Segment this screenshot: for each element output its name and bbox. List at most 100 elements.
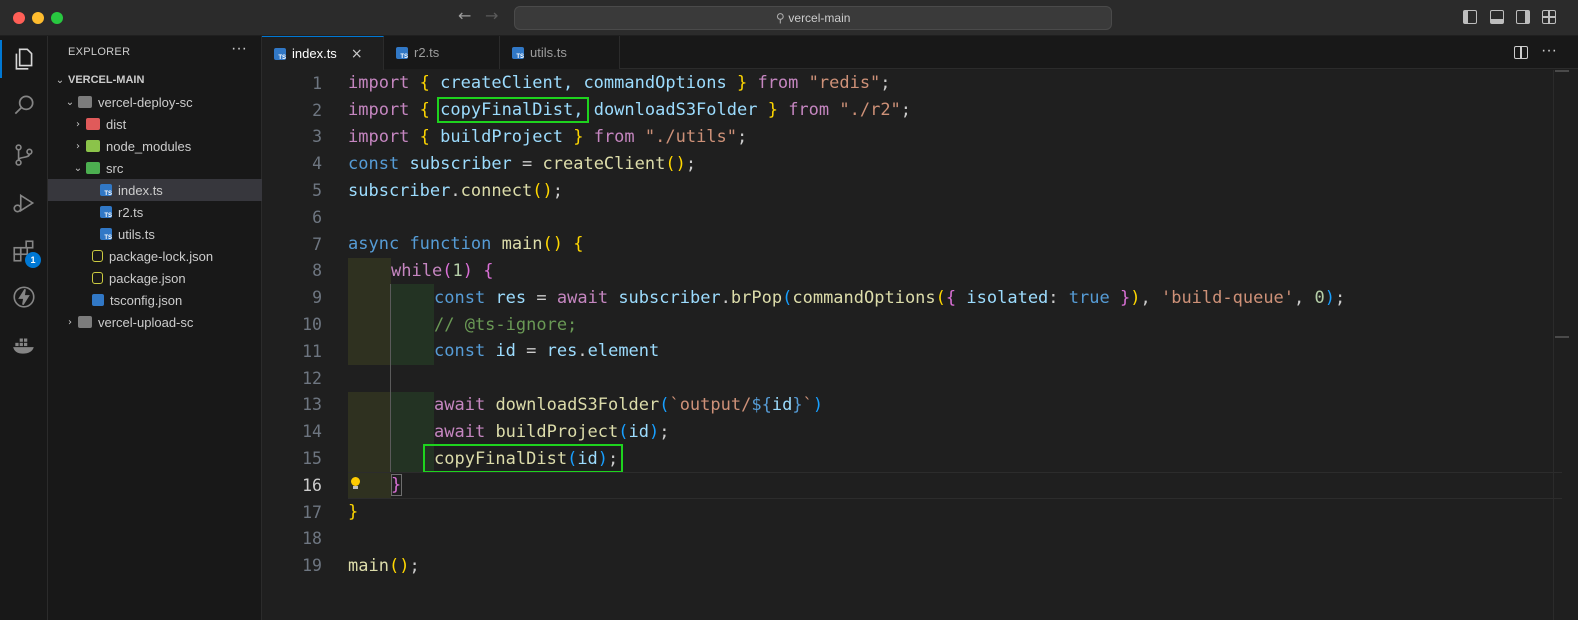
code-line: 4 const subscriber = createClient(); <box>262 150 1562 177</box>
code-line: 18 <box>262 526 1562 553</box>
sidebar-title: EXPLORER <box>68 46 131 58</box>
code-text: main(); <box>348 555 420 576</box>
tree-item-folder[interactable]: ⌄ src <box>48 157 262 179</box>
explorer-sidebar: EXPLORER ··· ⌄ VERCEL-MAIN ⌄ vercel-depl… <box>48 36 262 620</box>
search-icon[interactable] <box>0 82 48 128</box>
code-line-current: 16 } <box>262 471 1562 499</box>
toggle-secondary-sidebar-icon[interactable] <box>1516 10 1530 24</box>
tab-index-ts[interactable]: index.ts × <box>262 36 384 70</box>
line-number: 17 <box>302 502 322 522</box>
line-number: 13 <box>302 395 322 415</box>
split-editor-icon[interactable] <box>1514 46 1528 59</box>
code-line: 10 // @ts-ignore; <box>262 311 1562 338</box>
code-text: const res = await subscriber.brPop(comma… <box>434 287 1346 308</box>
lightning-icon[interactable] <box>0 274 48 320</box>
typescript-file-icon <box>100 184 112 197</box>
minimize-window-button[interactable] <box>32 12 44 24</box>
tree-item-file-selected[interactable]: index.ts <box>48 179 262 201</box>
editor-tabs: index.ts × r2.ts utils.ts ··· <box>262 36 1578 70</box>
chevron-down-icon: ⌄ <box>55 74 65 86</box>
code-text: import { createClient, commandOptions } … <box>348 73 891 94</box>
tree-item-folder[interactable]: › dist <box>48 113 262 135</box>
tree-item-label: vercel-upload-sc <box>98 314 194 330</box>
back-arrow-icon[interactable]: ← <box>458 6 471 25</box>
more-actions-icon[interactable]: ··· <box>231 40 247 58</box>
tree-item-folder[interactable]: ⌄ vercel-deploy-sc <box>48 91 262 113</box>
docker-icon[interactable] <box>0 322 48 368</box>
code-line: 15 copyFinalDist(id); <box>262 444 1562 474</box>
code-line: 2 import { copyFinalDist, downloadS3Fold… <box>262 96 1562 124</box>
line-number: 14 <box>302 422 322 442</box>
line-number: 6 <box>312 207 322 227</box>
code-text: while(1) { <box>391 260 494 281</box>
tree-item-file[interactable]: package.json <box>48 267 262 289</box>
search-icon: ⚲ <box>775 11 785 25</box>
tree-root[interactable]: ⌄ VERCEL-MAIN <box>48 69 262 91</box>
code-text: const id = res.element <box>434 341 660 362</box>
toggle-primary-sidebar-icon[interactable] <box>1463 10 1477 24</box>
tree-item-folder[interactable]: › node_modules <box>48 135 262 157</box>
customize-layout-icon[interactable] <box>1542 10 1556 24</box>
line-number: 18 <box>302 529 322 549</box>
line-number: 15 <box>302 449 322 469</box>
typescript-file-icon <box>100 228 112 241</box>
command-center-search[interactable]: ⚲ vercel-main <box>514 6 1112 30</box>
chevron-down-icon: ⌄ <box>73 162 83 174</box>
close-icon[interactable]: × <box>351 46 363 62</box>
explorer-icon[interactable] <box>0 36 48 82</box>
code-text: import { copyFinalDist, downloadS3Folder… <box>348 100 912 121</box>
tree-item-file[interactable]: tsconfig.json <box>48 289 262 311</box>
line-number: 19 <box>302 556 322 576</box>
code-editor[interactable]: 1 import { createClient, commandOptions … <box>262 70 1578 620</box>
code-text: await buildProject(id); <box>434 421 670 442</box>
json-file-icon <box>92 250 103 262</box>
code-text: copyFinalDist(id); <box>434 448 619 469</box>
code-line: 7 async function main() { <box>262 231 1562 258</box>
tab-label: r2.ts <box>414 45 440 60</box>
tree-item-label: r2.ts <box>118 204 144 220</box>
code-line: 8 while(1) { <box>262 257 1562 285</box>
line-number: 12 <box>302 368 322 388</box>
tree-item-label: dist <box>106 116 127 132</box>
tree-item-label: utils.ts <box>118 226 155 242</box>
tree-item-file[interactable]: r2.ts <box>48 201 262 223</box>
tab-r2-ts[interactable]: r2.ts <box>384 36 500 69</box>
code-text: // @ts-ignore; <box>434 314 578 335</box>
editor-scrollbar[interactable] <box>1553 70 1567 620</box>
code-line: 14 await buildProject(id); <box>262 418 1562 446</box>
tree-item-file[interactable]: utils.ts <box>48 223 262 245</box>
folder-open-icon <box>78 96 92 108</box>
typescript-file-icon <box>274 47 286 61</box>
run-debug-icon[interactable] <box>0 180 48 226</box>
code-text: subscriber.connect(); <box>348 180 564 201</box>
more-actions-icon[interactable]: ··· <box>1541 42 1557 60</box>
lightbulb-icon[interactable] <box>350 476 361 490</box>
file-tree: ⌄ VERCEL-MAIN ⌄ vercel-deploy-sc › dist … <box>48 69 262 333</box>
tree-item-label: package.json <box>109 270 186 286</box>
code-text: const subscriber = createClient(); <box>348 153 697 174</box>
line-number: 5 <box>312 181 322 201</box>
folder-icon <box>78 316 92 328</box>
close-window-button[interactable] <box>13 12 25 24</box>
source-control-icon[interactable] <box>0 132 48 178</box>
tab-label: index.ts <box>292 46 337 61</box>
code-line: 9 const res = await subscriber.brPop(com… <box>262 284 1562 312</box>
scrollbar-marker <box>1555 336 1569 338</box>
extensions-icon[interactable]: 1 <box>0 228 48 274</box>
chevron-right-icon: › <box>76 118 80 130</box>
chevron-right-icon: › <box>76 140 80 152</box>
line-number: 11 <box>302 341 322 361</box>
tree-item-folder[interactable]: › vercel-upload-sc <box>48 311 262 333</box>
node-folder-icon <box>86 140 100 152</box>
activity-bar: 1 <box>0 36 48 620</box>
tree-item-file[interactable]: package-lock.json <box>48 245 262 267</box>
line-number: 10 <box>302 315 322 335</box>
code-line: 13 await downloadS3Folder(`output/${id}`… <box>262 391 1562 419</box>
toggle-panel-icon[interactable] <box>1490 10 1504 24</box>
maximize-window-button[interactable] <box>51 12 63 24</box>
line-number: 9 <box>312 288 322 308</box>
tab-utils-ts[interactable]: utils.ts <box>500 36 620 69</box>
code-line: 11 const id = res.element <box>262 337 1562 365</box>
forward-arrow-icon[interactable]: → <box>485 6 498 25</box>
typescript-file-icon <box>100 206 112 219</box>
